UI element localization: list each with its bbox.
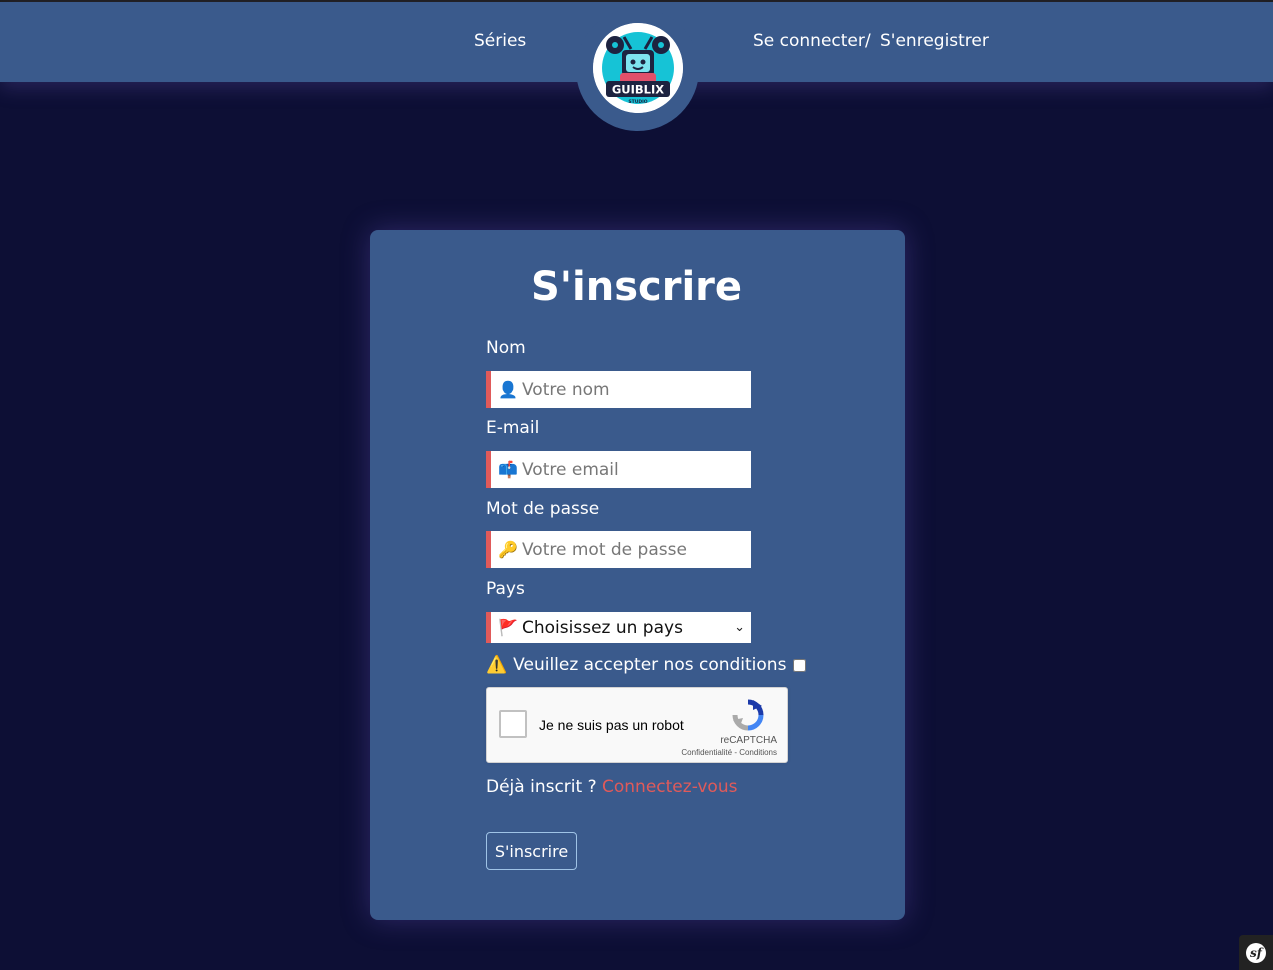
- recaptcha-label: Je ne suis pas un robot: [539, 717, 684, 733]
- password-field[interactable]: 🔑: [486, 531, 751, 568]
- flag-icon: 🚩: [498, 618, 518, 637]
- already-registered-row: Déjà inscrit ? Connectez-vous: [486, 777, 737, 797]
- nav-separator: /: [865, 31, 871, 51]
- conditions-checkbox[interactable]: [793, 658, 807, 672]
- warning-icon: ⚠️: [486, 655, 508, 675]
- svg-text:GUIBLIX: GUIBLIX: [612, 83, 664, 97]
- guiblix-logo-icon: GUIBLIX STUDIO: [593, 23, 683, 113]
- email-label: E-mail: [486, 418, 540, 438]
- name-label: Nom: [486, 338, 526, 358]
- login-link[interactable]: Connectez-vous: [602, 777, 737, 797]
- page-title: S'inscrire: [530, 264, 743, 310]
- symfony-debug-toolbar[interactable]: sf: [1239, 935, 1273, 970]
- conditions-row: ⚠️ Veuillez accepter nos conditions: [486, 655, 807, 675]
- country-label: Pays: [486, 579, 525, 599]
- conditions-label: Veuillez accepter nos conditions: [513, 655, 787, 675]
- nav-register-link[interactable]: S'enregistrer: [880, 31, 989, 51]
- recaptcha-checkbox[interactable]: [499, 710, 527, 738]
- recaptcha-brand: reCAPTCHA: [720, 735, 777, 746]
- country-select-value: Choisissez un pays: [522, 617, 683, 638]
- nav-series-link[interactable]: Séries: [474, 31, 526, 51]
- name-input[interactable]: [519, 379, 744, 400]
- nav-login-link[interactable]: Se connecter: [753, 31, 865, 51]
- user-icon: 👤: [498, 380, 518, 399]
- recaptcha-widget: Je ne suis pas un robot reCAPTCHA Confid…: [486, 687, 788, 763]
- symfony-icon: sf: [1246, 943, 1266, 963]
- recaptcha-logo-icon: [732, 699, 764, 731]
- svg-text:STUDIO: STUDIO: [628, 99, 647, 105]
- signup-card: [370, 230, 905, 920]
- password-input[interactable]: [519, 539, 744, 560]
- chevron-down-icon: ⌄: [734, 620, 745, 635]
- recaptcha-privacy-links[interactable]: Confidentialité - Conditions: [487, 748, 777, 757]
- logo-link[interactable]: GUIBLIX STUDIO: [593, 23, 683, 113]
- password-label: Mot de passe: [486, 499, 600, 519]
- already-registered-text: Déjà inscrit ?: [486, 777, 603, 797]
- country-select[interactable]: 🚩 Choisissez un pays ⌄: [486, 612, 751, 643]
- key-icon: 🔑: [498, 540, 518, 559]
- mailbox-icon: 📫: [498, 460, 518, 479]
- name-field[interactable]: 👤: [486, 371, 751, 408]
- submit-button[interactable]: S'inscrire: [486, 832, 577, 870]
- email-field[interactable]: 📫: [486, 451, 751, 488]
- email-input[interactable]: [519, 459, 744, 480]
